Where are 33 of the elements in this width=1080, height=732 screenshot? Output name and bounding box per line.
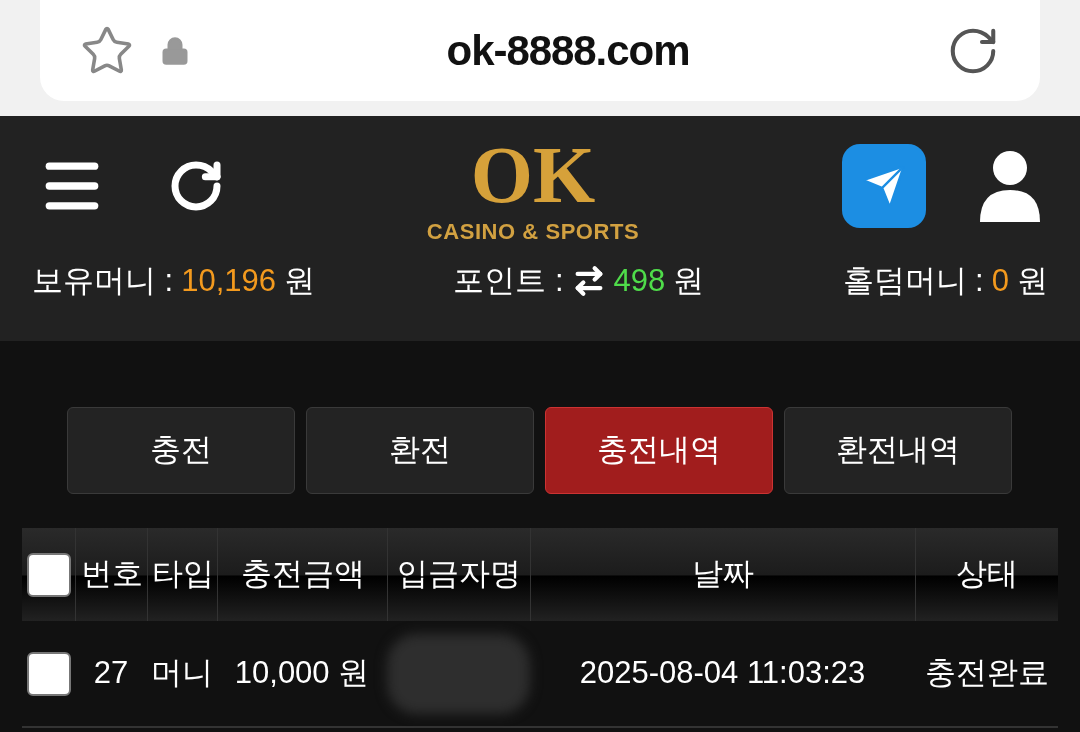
tab[interactable]: 충전내역 [545, 407, 773, 494]
tab[interactable]: 환전내역 [784, 407, 1012, 494]
column-header: 상태 [956, 555, 1018, 594]
url-text: ok-8888.com [445, 26, 691, 76]
balance-value: 0 [991, 262, 1009, 300]
table-cell-text: 10,000 원 [234, 654, 370, 693]
column-header: 입금자명 [397, 555, 521, 594]
column-header: 타입 [151, 555, 214, 594]
table-cell-text: 머니 [151, 654, 213, 693]
table-cell-text: 2025-08-04 11:03:23 [579, 654, 866, 693]
address-bar[interactable]: ok-8888.com [40, 0, 1040, 101]
user-icon[interactable] [978, 150, 1042, 222]
table-cell-text: 충전완료 [924, 654, 1049, 693]
lock-icon [160, 35, 190, 66]
column-header: 번호 [80, 555, 143, 594]
currency-unit: 원 [673, 262, 705, 300]
currency-unit: 원 [284, 262, 316, 300]
column-header: 날짜 [692, 555, 754, 594]
currency-unit: 원 [1017, 262, 1048, 300]
column-header: 충전금액 [240, 555, 365, 594]
telegram-button[interactable] [842, 144, 926, 228]
balance-value: 10,196 [181, 262, 277, 300]
logo-mark: OK [470, 134, 596, 215]
logo-tagline: CASINO & SPORTS [426, 217, 640, 246]
checkbox[interactable] [26, 651, 71, 696]
balance-label: 보유머니 : [32, 262, 174, 300]
checkbox[interactable] [26, 552, 71, 597]
tab[interactable]: 충전 [67, 407, 295, 494]
balance-label: 포인트 : [453, 262, 564, 300]
balance-label: 홀덤머니 : [842, 262, 984, 300]
tab[interactable]: 환전 [306, 407, 534, 494]
balance-value: 498 [613, 262, 666, 300]
table-cell-text: 27 [93, 654, 129, 693]
